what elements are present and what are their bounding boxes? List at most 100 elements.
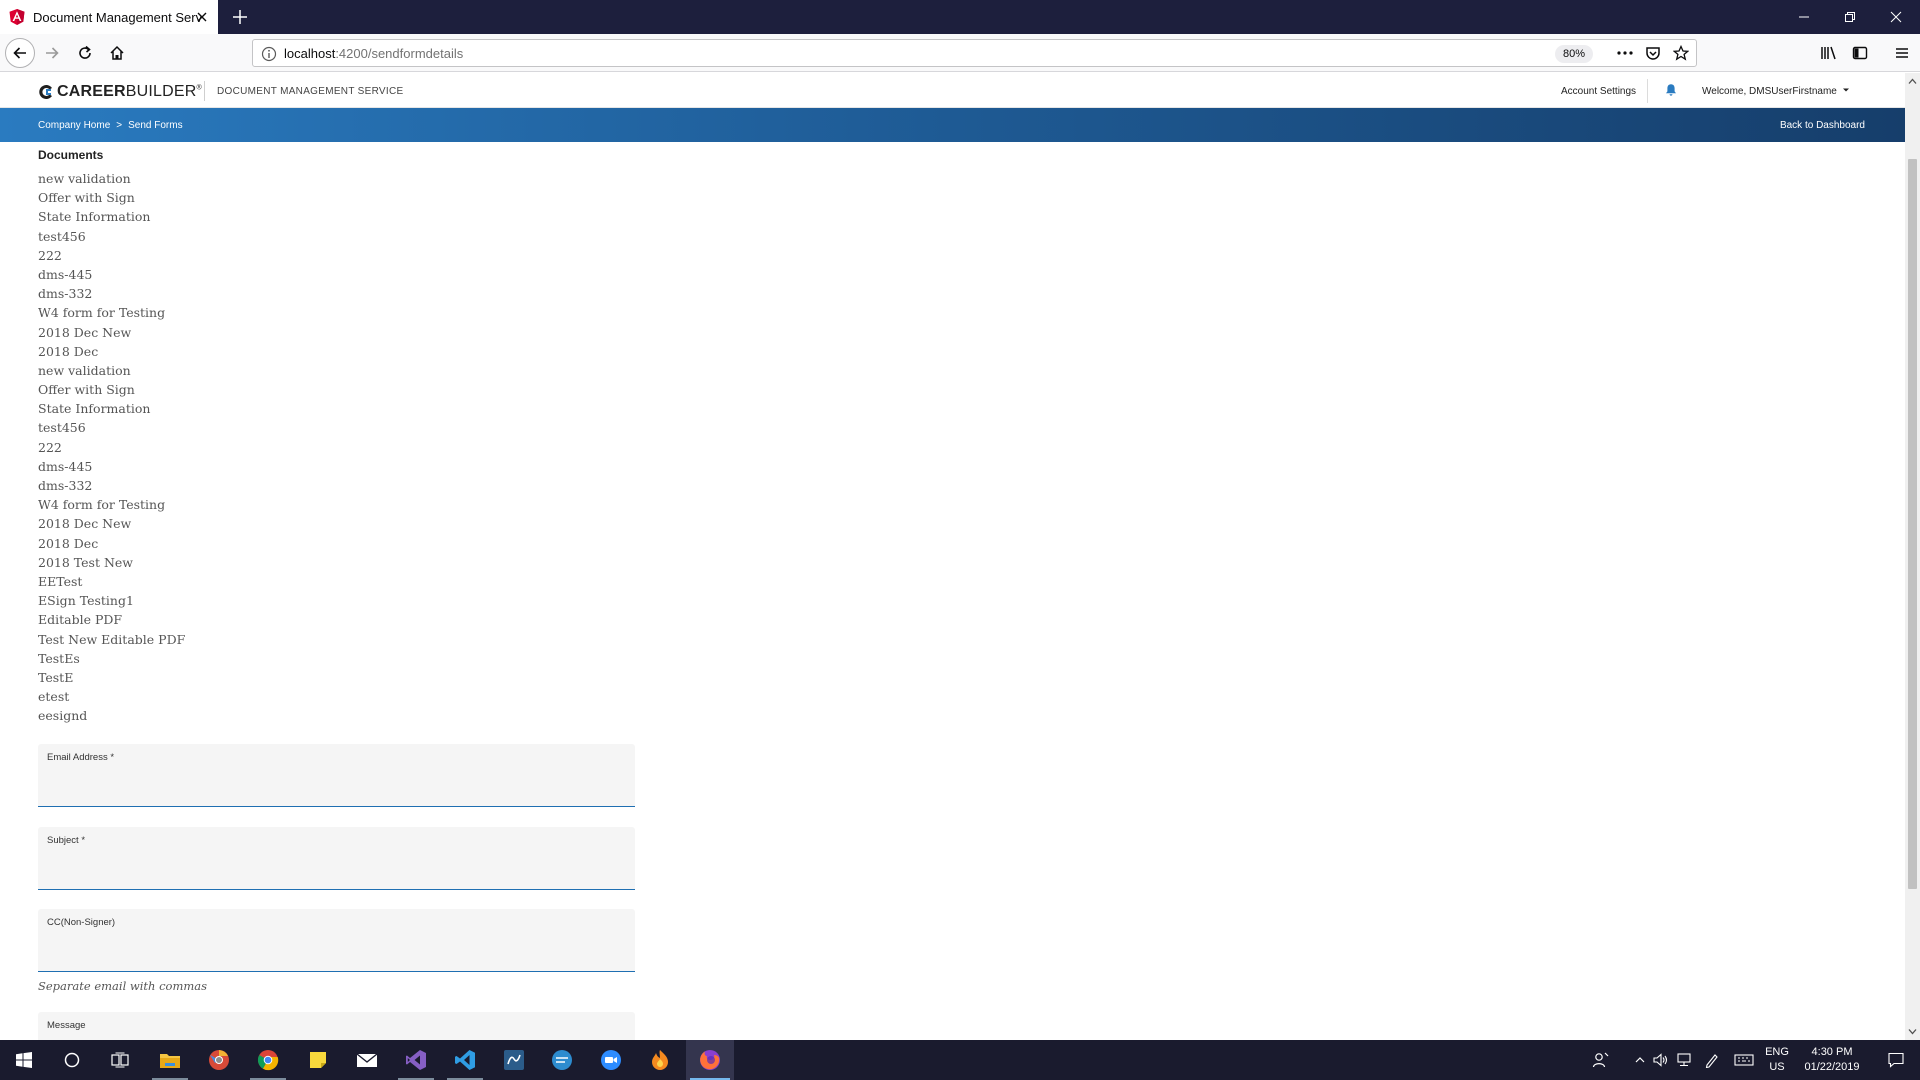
user-menu-dropdown[interactable]: Welcome, DMSUserFirstname — [1702, 86, 1850, 97]
forward-button[interactable] — [40, 41, 64, 65]
file-explorer-button[interactable] — [146, 1040, 194, 1080]
zoom-meetings-button[interactable] — [587, 1040, 635, 1080]
pocket-button[interactable] — [1641, 41, 1665, 65]
document-list-item[interactable]: dms-445 — [38, 265, 185, 284]
document-list-item[interactable]: Offer with Sign — [38, 380, 185, 399]
chrome-button[interactable] — [244, 1040, 292, 1080]
email-input[interactable] — [47, 770, 622, 796]
library-button[interactable] — [1817, 41, 1841, 65]
document-list-item[interactable]: 2018 Dec New — [38, 514, 185, 533]
message-field[interactable]: Message — [38, 1012, 635, 1040]
cc-label: CC(Non-Signer) — [47, 917, 116, 928]
logo-light-text: BUILDER — [125, 83, 197, 100]
document-list-item[interactable]: new validation — [38, 169, 185, 188]
chat-app-button[interactable] — [538, 1040, 586, 1080]
restore-button[interactable] — [1827, 0, 1873, 34]
cc-input[interactable] — [47, 935, 622, 961]
subject-input[interactable] — [47, 853, 622, 879]
document-list-item[interactable]: dms-332 — [38, 476, 185, 495]
document-list-item[interactable]: 222 — [38, 438, 185, 457]
document-list-item[interactable]: Test New Editable PDF — [38, 630, 185, 649]
registered-mark: ® — [196, 84, 202, 92]
action-center-button[interactable] — [1872, 1040, 1920, 1080]
home-button[interactable] — [105, 41, 129, 65]
document-list-item[interactable]: EETest — [38, 572, 185, 591]
document-list-item[interactable]: Offer with Sign — [38, 188, 185, 207]
reload-button[interactable] — [73, 41, 97, 65]
document-list-item[interactable]: test456 — [38, 418, 185, 437]
document-list-item[interactable]: eesignd — [38, 706, 185, 725]
pen-workspace-button[interactable] — [1700, 1040, 1724, 1080]
email-field[interactable]: Email Address * — [38, 744, 635, 807]
input-language-button[interactable]: ENG US — [1762, 1045, 1792, 1075]
touch-keyboard-button[interactable] — [1730, 1040, 1758, 1080]
zoom-badge[interactable]: 80% — [1555, 45, 1594, 63]
sticky-notes-button[interactable] — [294, 1040, 342, 1080]
scroll-down-arrow-icon[interactable] — [1908, 1027, 1917, 1036]
firefox-button[interactable] — [686, 1040, 734, 1080]
task-view-button[interactable] — [96, 1040, 144, 1080]
careerbuilder-logo[interactable]: CAREERBUILDER® — [38, 83, 202, 101]
welcome-text: Welcome, DMSUserFirstname — [1702, 86, 1837, 97]
document-list-item[interactable]: 222 — [38, 246, 185, 265]
volume-button[interactable] — [1649, 1040, 1673, 1080]
document-list-item[interactable]: 2018 Test New — [38, 553, 185, 572]
logo-bold-text: CAREER — [57, 83, 126, 100]
document-list-item[interactable]: dms-332 — [38, 284, 185, 303]
cc-field[interactable]: CC(Non-Signer) — [38, 909, 635, 972]
close-window-button[interactable] — [1873, 0, 1919, 34]
database-tool-button[interactable] — [490, 1040, 538, 1080]
document-list-item[interactable]: W4 form for Testing — [38, 303, 185, 322]
account-settings-link[interactable]: Account Settings — [1561, 86, 1636, 97]
document-list-item[interactable]: etest — [38, 687, 185, 706]
close-tab-icon[interactable] — [194, 9, 210, 25]
mail-button[interactable] — [343, 1040, 391, 1080]
vscode-icon — [455, 1050, 475, 1070]
hamburger-menu-icon — [1896, 48, 1908, 58]
address-bar[interactable]: localhost:4200/sendformdetails 80% — [252, 39, 1697, 67]
document-list-item[interactable]: ESign Testing1 — [38, 591, 185, 610]
visual-studio-button[interactable] — [392, 1040, 440, 1080]
minimize-button[interactable] — [1781, 0, 1827, 34]
page-actions-button[interactable] — [1613, 41, 1637, 65]
new-tab-icon[interactable] — [230, 7, 250, 27]
windows-logo-icon — [16, 1052, 32, 1068]
page-scrollbar[interactable] — [1905, 73, 1920, 1040]
firefox-developer-button[interactable] — [636, 1040, 684, 1080]
document-list-item[interactable]: dms-445 — [38, 457, 185, 476]
breadcrumb-company-home[interactable]: Company Home — [38, 120, 110, 131]
documents-list: new validation Offer with Sign State Infor… — [38, 169, 185, 725]
info-icon[interactable] — [261, 46, 277, 62]
chrome-canary-button[interactable] — [195, 1040, 243, 1080]
back-to-dashboard-link[interactable]: Back to Dashboard — [1780, 120, 1865, 131]
clock-button[interactable]: 4:30 PM 01/22/2019 — [1798, 1045, 1866, 1075]
scroll-up-arrow-icon[interactable] — [1908, 77, 1917, 86]
document-list-item[interactable]: W4 form for Testing — [38, 495, 185, 514]
network-button[interactable] — [1672, 1040, 1696, 1080]
angular-favicon-icon — [9, 9, 25, 25]
people-button[interactable] — [1577, 1040, 1625, 1080]
document-list-item[interactable]: Editable PDF — [38, 610, 185, 629]
sidebar-button[interactable] — [1848, 41, 1872, 65]
document-list-item[interactable]: 2018 Dec New — [38, 323, 185, 342]
start-button[interactable] — [0, 1040, 48, 1080]
browser-tab[interactable]: Document Management Servic — [0, 0, 218, 34]
bookmark-button[interactable] — [1669, 41, 1693, 65]
chrome-icon — [257, 1050, 279, 1071]
back-button[interactable] — [5, 38, 35, 68]
subject-field[interactable]: Subject * — [38, 827, 635, 890]
document-list-item[interactable]: TestEs — [38, 649, 185, 668]
document-list-item[interactable]: State Information — [38, 207, 185, 226]
search-button[interactable] — [48, 1040, 96, 1080]
document-list-item[interactable]: test456 — [38, 227, 185, 246]
document-list-item[interactable]: 2018 Dec — [38, 534, 185, 553]
document-list-item[interactable]: new validation — [38, 361, 185, 380]
scrollbar-thumb[interactable] — [1908, 159, 1917, 889]
menu-button[interactable] — [1890, 41, 1914, 65]
notification-bell-icon[interactable] — [1664, 83, 1678, 97]
document-list-item[interactable]: TestE — [38, 668, 185, 687]
document-list-item[interactable]: 2018 Dec — [38, 342, 185, 361]
vscode-button[interactable] — [441, 1040, 489, 1080]
document-list-item[interactable]: State Information — [38, 399, 185, 418]
firefox-icon — [700, 1050, 720, 1070]
